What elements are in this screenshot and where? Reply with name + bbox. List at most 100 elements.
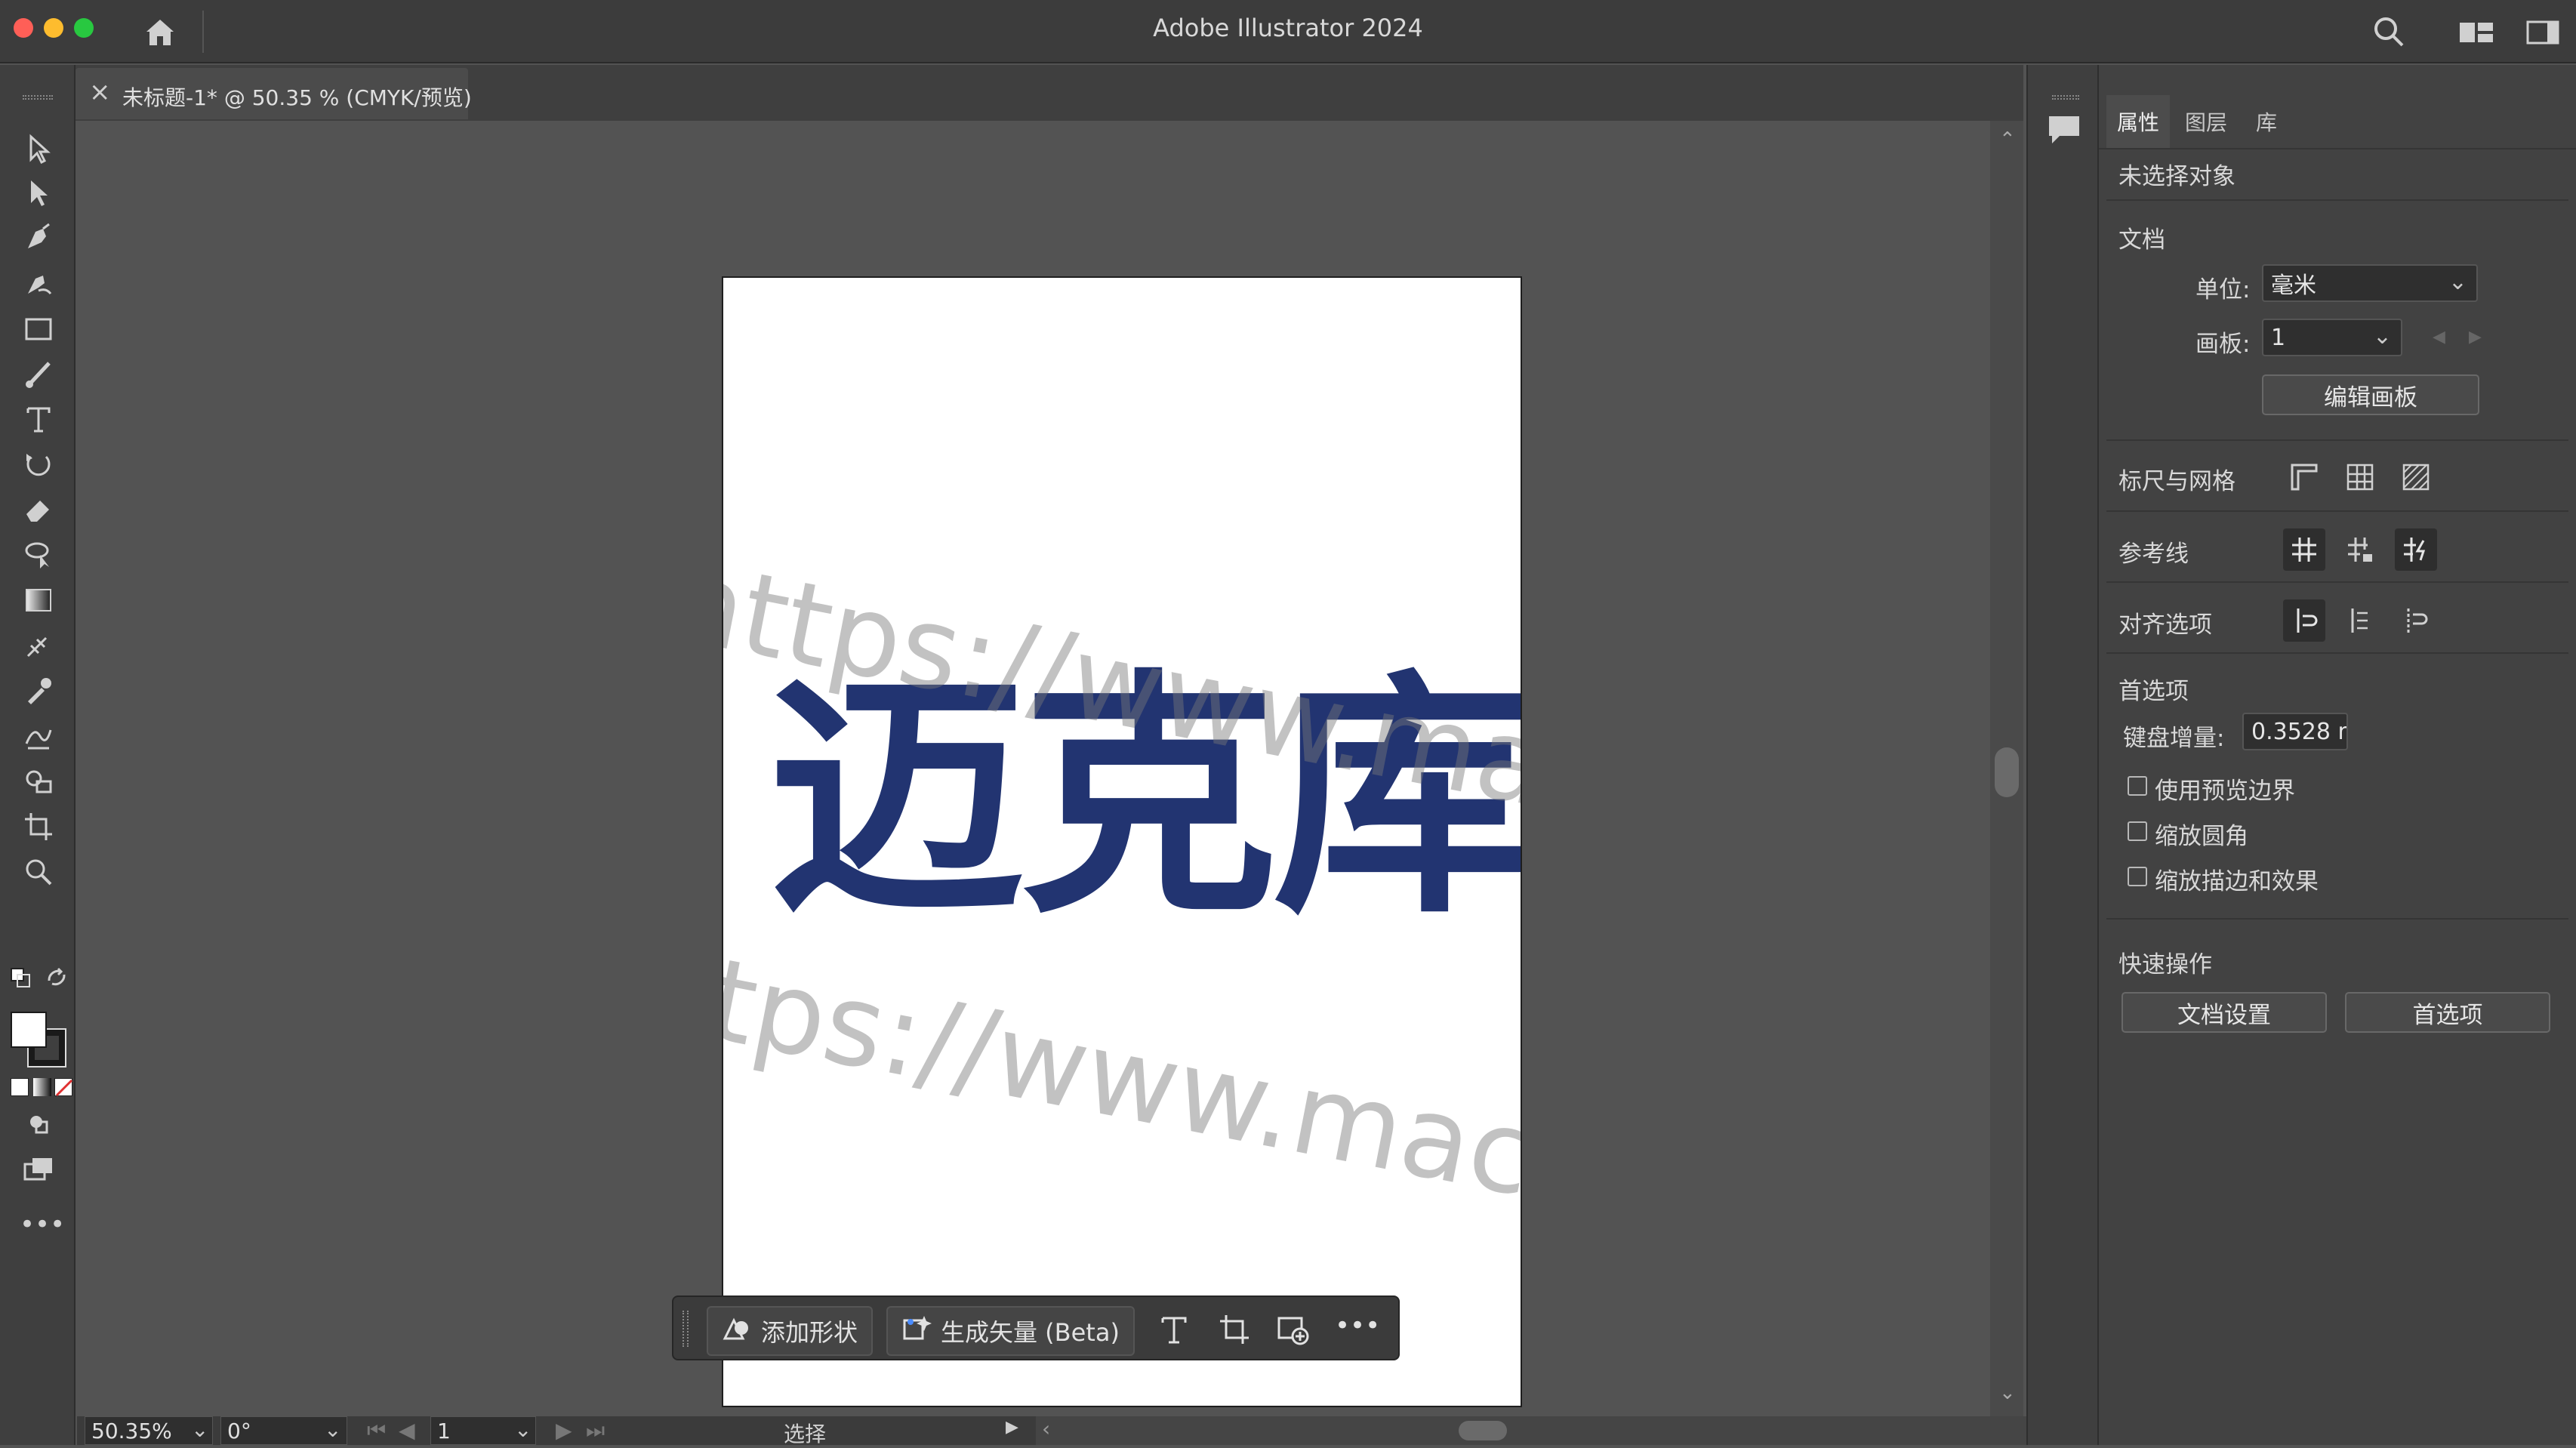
- none-mode-icon[interactable]: [54, 1078, 73, 1097]
- vertical-scrollbar[interactable]: ⌃ ⌄: [1990, 121, 2023, 1419]
- eraser-tool-icon[interactable]: [18, 489, 59, 530]
- status-menu-icon[interactable]: ▶: [1006, 1418, 1018, 1437]
- lasso-tool-icon[interactable]: [18, 535, 59, 575]
- snap-to-point-icon[interactable]: [2283, 599, 2325, 642]
- units-label: 单位:: [2195, 276, 2251, 303]
- draw-mode-icon[interactable]: [18, 1104, 59, 1145]
- document-tab[interactable]: × 未标题-1* @ 50.35 % (CMYK/预览): [75, 68, 472, 119]
- scale-corners-label: 缩放圆角: [2155, 823, 2248, 850]
- direct-selection-tool-icon[interactable]: [18, 172, 59, 213]
- crop-artboard-icon[interactable]: [1217, 1312, 1252, 1347]
- edit-toolbar-icon[interactable]: •••: [20, 1209, 65, 1240]
- smart-guides-icon[interactable]: [2395, 528, 2437, 571]
- scale-strokes-effects-checkbox[interactable]: [2128, 867, 2147, 886]
- chevron-down-icon: ⌄: [324, 1417, 342, 1442]
- units-value: 毫米: [2271, 273, 2316, 299]
- next-artboard-icon[interactable]: ▶: [556, 1418, 572, 1443]
- show-guides-icon[interactable]: [2283, 528, 2325, 571]
- pen-tool-icon[interactable]: [18, 217, 59, 258]
- canvas-area[interactable]: 迈克库 https://www.macku.pro/ https://www.m…: [77, 121, 1995, 1419]
- edit-artboards-button[interactable]: 编辑画板: [2262, 374, 2479, 415]
- scale-corners-checkbox[interactable]: [2128, 821, 2147, 841]
- tools-panel: •••: [0, 65, 75, 1445]
- text-tool-icon[interactable]: [1157, 1312, 1191, 1347]
- search-icon[interactable]: [2372, 15, 2405, 48]
- rotation-field[interactable]: 0° ⌄: [220, 1416, 347, 1445]
- paintbrush-tool-icon[interactable]: [18, 353, 59, 394]
- artboard[interactable]: 迈克库 https://www.macku.pro/ https://www.m…: [722, 276, 1522, 1407]
- zoom-tool-icon[interactable]: [18, 852, 59, 892]
- rotate-tool-icon[interactable]: [18, 444, 59, 485]
- keyboard-increment-input[interactable]: 0.3528 m: [2242, 713, 2348, 750]
- tab-libraries[interactable]: 库: [2242, 95, 2291, 148]
- grid-icon[interactable]: [2339, 456, 2381, 498]
- snap-to-glyph-icon[interactable]: [2395, 599, 2437, 642]
- zoom-level-value: 50.35%: [91, 1419, 172, 1443]
- tab-layers[interactable]: 图层: [2173, 95, 2239, 148]
- more-options-icon[interactable]: •••: [1335, 1311, 1380, 1341]
- curvature-tool-icon[interactable]: [18, 263, 59, 303]
- gradient-mode-icon[interactable]: [33, 1078, 51, 1096]
- transparency-grid-icon[interactable]: [2395, 456, 2437, 498]
- type-tool-icon[interactable]: [18, 399, 59, 439]
- document-tab-label: 未标题-1* @ 50.35 % (CMYK/预览): [122, 85, 472, 110]
- rulers-grids-label: 标尺与网格: [2118, 468, 2236, 495]
- task-bar-grip[interactable]: [683, 1311, 689, 1347]
- add-shape-button[interactable]: 添加形状: [707, 1306, 874, 1356]
- properties-panel: 属性 图层 库 未选择对象 文档 单位: 毫米 ⌄ 画板: 1 ⌄ ◀ ▶ 编辑…: [2099, 65, 2576, 1445]
- chevron-down-icon: ⌄: [514, 1417, 532, 1442]
- next-artboard-icon[interactable]: ▶: [2469, 328, 2482, 347]
- first-artboard-icon[interactable]: ⏮: [367, 1418, 386, 1443]
- app-title: Adobe Illustrator 2024: [1153, 14, 1423, 42]
- color-mode-icon[interactable]: [11, 1078, 29, 1096]
- scroll-up-icon[interactable]: ⌃: [1999, 128, 2016, 151]
- horizontal-scroll-thumb[interactable]: [1459, 1421, 1507, 1440]
- toolbar-grip[interactable]: [23, 95, 53, 100]
- chevron-down-icon: ⌄: [191, 1417, 209, 1442]
- scroll-down-icon[interactable]: ⌄: [1999, 1382, 2016, 1404]
- tab-properties[interactable]: 属性: [2106, 95, 2170, 148]
- current-tool-label: 选择: [784, 1422, 827, 1446]
- screen-mode-icon[interactable]: [18, 1149, 59, 1190]
- document-setup-button[interactable]: 文档设置: [2122, 992, 2327, 1033]
- fill-color-swatch[interactable]: [11, 1012, 47, 1048]
- snap-to-pixel-icon[interactable]: [2339, 599, 2381, 642]
- quick-actions-title: 快速操作: [2118, 951, 2212, 978]
- zoom-level-field[interactable]: 50.35% ⌄: [85, 1416, 213, 1445]
- mesh-tool-icon[interactable]: [18, 625, 59, 666]
- default-colors-icon[interactable]: [9, 966, 32, 989]
- rulers-icon[interactable]: [2283, 456, 2325, 498]
- rectangle-tool-icon[interactable]: [18, 308, 59, 349]
- last-artboard-icon[interactable]: ⏭: [586, 1418, 605, 1443]
- workspace-switcher-icon[interactable]: [2460, 20, 2493, 45]
- blend-tool-icon[interactable]: [18, 716, 59, 756]
- place-image-icon[interactable]: [1276, 1312, 1311, 1347]
- units-select[interactable]: 毫米 ⌄: [2262, 264, 2478, 302]
- dock-grip[interactable]: [2052, 95, 2079, 100]
- previous-artboard-icon[interactable]: ◀: [399, 1418, 415, 1443]
- artboard-tool-icon[interactable]: [18, 806, 59, 847]
- lock-guides-icon[interactable]: [2339, 528, 2381, 571]
- scale-strokes-effects-label: 缩放描边和效果: [2155, 868, 2319, 895]
- artboard-label: 画板:: [2195, 331, 2251, 358]
- preferences-button[interactable]: 首选项: [2345, 992, 2550, 1033]
- scroll-left-icon[interactable]: ‹: [1042, 1416, 1050, 1441]
- use-preview-bounds-checkbox[interactable]: [2128, 776, 2147, 796]
- previous-artboard-icon[interactable]: ◀: [2433, 328, 2445, 347]
- close-tab-icon[interactable]: ×: [89, 77, 111, 107]
- swap-colors-icon[interactable]: [45, 966, 68, 989]
- artboard-select[interactable]: 1 ⌄: [2262, 319, 2402, 356]
- generate-vector-icon: [901, 1314, 932, 1348]
- generate-vector-button[interactable]: 生成矢量 (Beta): [886, 1306, 1135, 1356]
- panel-toggle-icon[interactable]: [2526, 20, 2559, 45]
- comments-icon[interactable]: [2046, 113, 2082, 148]
- collapsed-panel-dock: [2026, 65, 2099, 1445]
- eyedropper-tool-icon[interactable]: [18, 670, 59, 711]
- selection-tool-icon[interactable]: [18, 128, 59, 169]
- shape-builder-tool-icon[interactable]: [18, 761, 59, 802]
- vertical-scroll-thumb[interactable]: [1995, 747, 2019, 797]
- artboard-value: 1: [2271, 324, 2286, 351]
- gradient-tool-icon[interactable]: [18, 580, 59, 621]
- horizontal-scrollbar[interactable]: ‹ ›: [1036, 1416, 2048, 1445]
- artboard-navigation-field[interactable]: 1 ⌄: [430, 1416, 536, 1445]
